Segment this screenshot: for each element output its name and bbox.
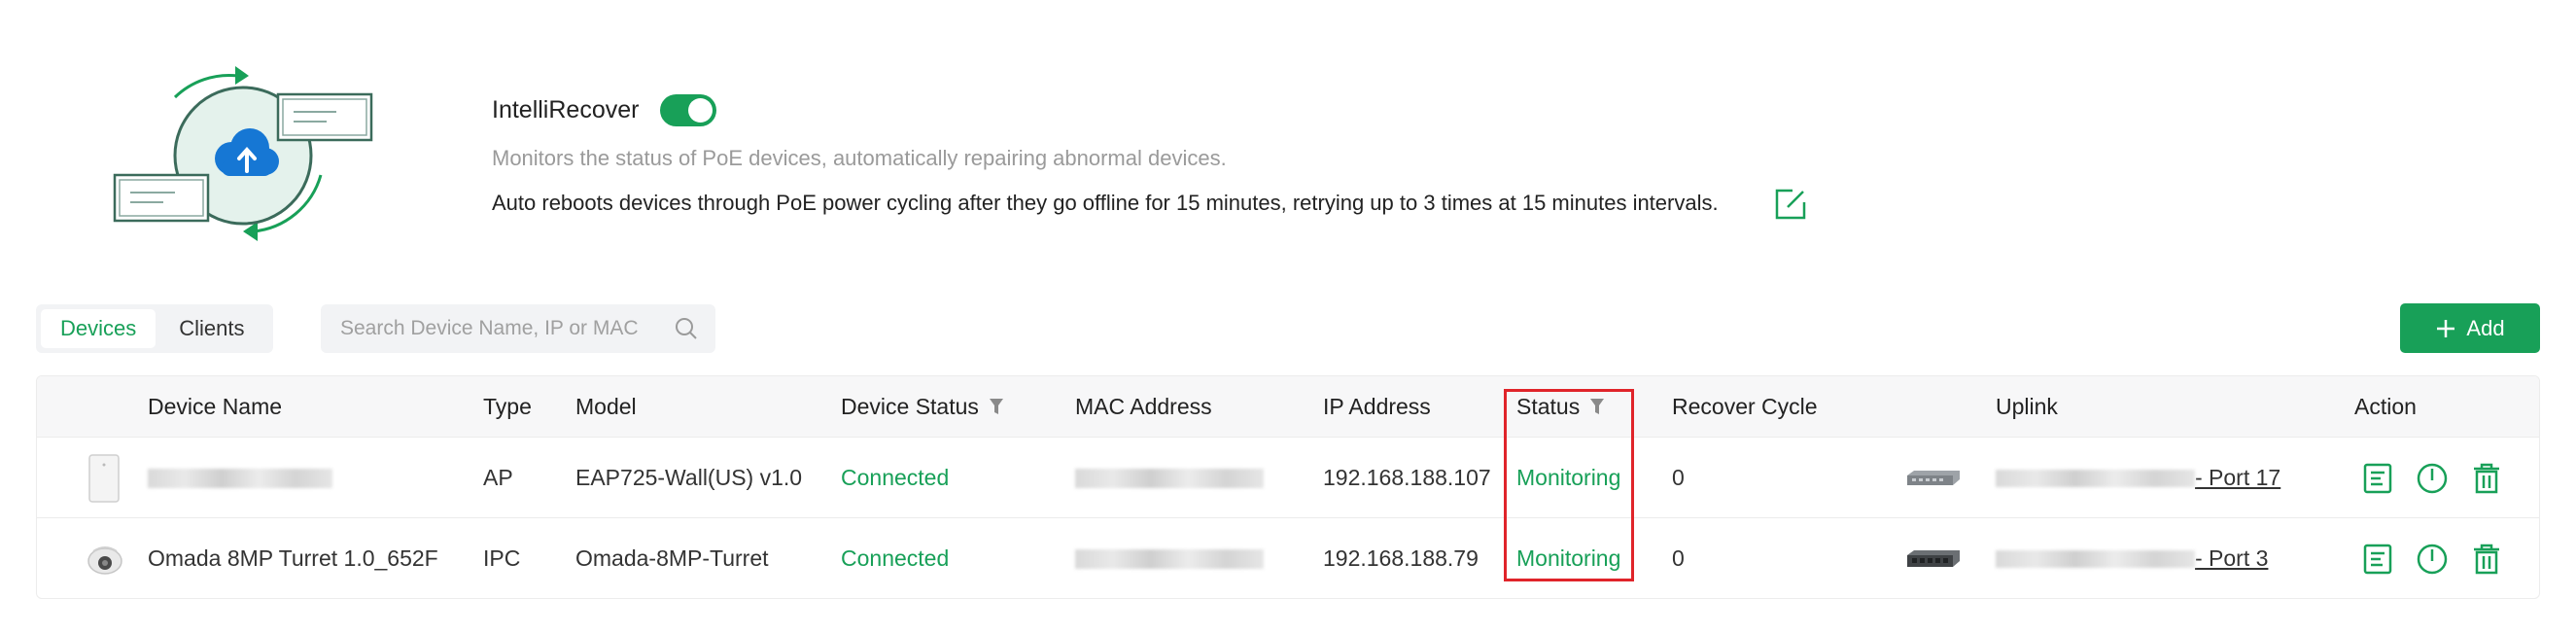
intellirecover-illustration: [113, 66, 373, 241]
search-box: [321, 304, 715, 353]
col-uplink[interactable]: Uplink: [1996, 376, 2058, 437]
col-device-status[interactable]: Device Status: [841, 376, 1004, 437]
delete-icon[interactable]: [2470, 462, 2503, 495]
uplink-port: - Port 17: [2195, 465, 2281, 490]
col-model[interactable]: Model: [575, 376, 637, 437]
log-icon[interactable]: [2361, 462, 2394, 495]
col-type[interactable]: Type: [483, 376, 532, 437]
status-column-highlight: [1504, 389, 1634, 581]
ip-address: 192.168.188.79: [1323, 545, 1479, 571]
redacted-device-name: [148, 468, 332, 488]
device-status: Connected: [841, 465, 950, 490]
tab-devices[interactable]: Devices: [41, 309, 157, 348]
ip-address: 192.168.188.107: [1323, 465, 1491, 490]
device-name[interactable]: [148, 438, 332, 518]
intellirecover-toggle[interactable]: [660, 94, 717, 126]
device-type: AP: [483, 465, 513, 490]
device-status: Connected: [841, 545, 950, 571]
redacted-uplink: [1996, 549, 2195, 568]
row-actions: [2361, 438, 2524, 518]
row-actions: [2361, 518, 2524, 598]
search-input[interactable]: [338, 316, 663, 341]
recover-cycle: 0: [1672, 545, 1685, 571]
switch-icon: [1904, 438, 1963, 518]
feature-detail: Auto reboots devices through PoE power c…: [492, 191, 1719, 215]
view-tabs: Devices Clients: [36, 304, 273, 353]
page-title: IntelliRecover: [492, 96, 640, 123]
add-button-label: Add: [2466, 315, 2505, 340]
delete-icon[interactable]: [2470, 543, 2503, 576]
uplink-link[interactable]: - Port 3: [1996, 518, 2269, 598]
mac-address: [1075, 518, 1264, 598]
add-button[interactable]: Add: [2400, 303, 2540, 353]
col-action: Action: [2354, 394, 2417, 419]
feature-description: Monitors the status of PoE devices, auto…: [492, 146, 1227, 170]
recover-cycle: 0: [1672, 465, 1685, 490]
search-icon[interactable]: [675, 317, 698, 340]
toggle-knob: [688, 98, 714, 123]
redacted-mac: [1075, 548, 1264, 569]
col-ip[interactable]: IP Address: [1323, 376, 1431, 437]
power-icon[interactable]: [2416, 543, 2449, 576]
table-header: Device Name Type Model Device Status MAC…: [37, 376, 2539, 437]
intellirecover-header: IntelliRecover: [492, 94, 717, 126]
edit-icon[interactable]: [1773, 187, 1808, 222]
col-recover-cycle[interactable]: Recover Cycle: [1672, 376, 1818, 437]
power-icon[interactable]: [2416, 462, 2449, 495]
device-model: Omada-8MP-Turret: [575, 545, 769, 571]
col-device-name[interactable]: Device Name: [148, 376, 282, 437]
switch-icon: [1904, 518, 1963, 598]
tab-clients[interactable]: Clients: [159, 309, 263, 348]
access-point-icon: [87, 438, 121, 518]
uplink-port: - Port 3: [2195, 545, 2269, 571]
log-icon[interactable]: [2361, 543, 2394, 576]
col-device-status-label: Device Status: [841, 394, 979, 419]
mac-address: [1075, 438, 1264, 518]
col-mac[interactable]: MAC Address: [1075, 376, 1212, 437]
device-name[interactable]: Omada 8MP Turret 1.0_652F: [148, 518, 438, 598]
device-type: IPC: [483, 545, 521, 571]
table-row[interactable]: Omada 8MP Turret 1.0_652F IPC Omada-8MP-…: [37, 517, 2539, 598]
device-model: EAP725-Wall(US) v1.0: [575, 465, 803, 490]
redacted-mac: [1075, 468, 1264, 488]
plus-icon: [2437, 319, 2455, 337]
redacted-uplink: [1996, 469, 2195, 487]
filter-icon[interactable]: [989, 397, 1004, 416]
uplink-link[interactable]: - Port 17: [1996, 438, 2280, 518]
table-row[interactable]: AP EAP725-Wall(US) v1.0 Connected 192.16…: [37, 437, 2539, 518]
turret-camera-icon: [86, 518, 124, 598]
devices-table: Device Name Type Model Device Status MAC…: [36, 375, 2540, 599]
